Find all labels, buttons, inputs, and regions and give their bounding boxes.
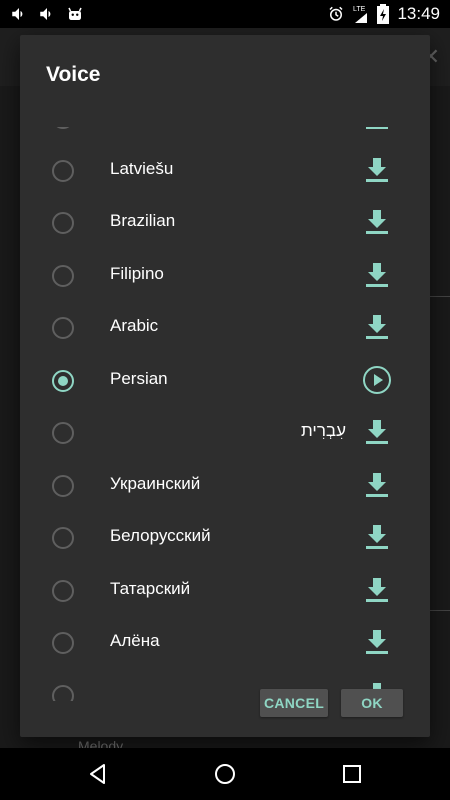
volume-icon — [10, 5, 28, 23]
voice-dialog: Voice Latviešu Brazilian Filipino Arabic Per… — [20, 35, 430, 737]
voice-label: Brazilian — [110, 211, 176, 230]
download-icon[interactable] — [362, 312, 392, 342]
download-icon[interactable] — [362, 127, 392, 132]
voice-label: Arabic — [110, 316, 159, 335]
voice-option[interactable]: Filipino — [20, 250, 430, 303]
radio-button[interactable] — [52, 422, 74, 444]
background-divider — [430, 610, 450, 611]
download-icon[interactable] — [362, 417, 392, 447]
recent-apps-icon[interactable] — [340, 762, 364, 786]
navigation-bar — [0, 748, 450, 800]
voice-option[interactable]: Украинский — [20, 460, 430, 513]
screen: { "status_bar": { "time": "13:49", "left… — [0, 0, 450, 800]
battery-charging-icon — [377, 4, 390, 24]
download-icon[interactable] — [362, 575, 392, 605]
radio-button[interactable] — [52, 264, 74, 287]
voice-option[interactable]: Белорусский — [20, 512, 430, 565]
voice-label: Latviešu — [110, 158, 174, 178]
radio-button[interactable] — [52, 317, 74, 339]
dialog-actions: CANCEL OK — [20, 689, 430, 719]
background-divider — [430, 296, 450, 297]
lte-label: LTE — [353, 6, 366, 13]
voice-option[interactable]: Latviešu — [20, 145, 430, 198]
voice-option[interactable]: עִבְרִית — [20, 407, 430, 460]
voice-label: Алёна — [110, 631, 160, 650]
voice-option[interactable]: Arabic — [20, 302, 430, 355]
status-bar: LTE 13:49 — [0, 0, 450, 28]
ok-button[interactable]: OK — [341, 689, 403, 717]
cancel-button[interactable]: CANCEL — [260, 689, 328, 717]
play-icon[interactable] — [362, 365, 392, 395]
home-icon[interactable] — [213, 762, 237, 786]
radio-button[interactable] — [52, 527, 74, 549]
back-icon[interactable] — [86, 762, 110, 786]
dialog-title: Voice — [46, 63, 101, 86]
radio-button[interactable] — [52, 474, 74, 497]
voice-label: Белорусский — [110, 526, 211, 545]
voice-option[interactable]: Brazilian — [20, 197, 430, 250]
radio-button[interactable] — [52, 579, 74, 602]
voice-option[interactable]: Алёна — [20, 617, 430, 670]
download-icon[interactable] — [362, 627, 392, 657]
radio-button[interactable] — [52, 159, 74, 182]
voice-label: Украинский — [110, 473, 201, 493]
radio-button[interactable] — [52, 212, 74, 234]
voice-label: עִבְרִית — [301, 421, 346, 440]
radio-button[interactable] — [52, 369, 74, 392]
voice-label: Filipino — [110, 263, 164, 283]
voice-option[interactable] — [20, 127, 430, 145]
voice-label: Persian — [110, 368, 168, 388]
voice-label: Татарский — [110, 578, 191, 598]
voice-option[interactable]: Татарский — [20, 565, 430, 618]
volume-icon — [38, 5, 56, 23]
radio-button[interactable] — [52, 632, 74, 654]
download-icon[interactable] — [362, 470, 392, 500]
download-icon[interactable] — [362, 207, 392, 237]
download-icon[interactable] — [362, 155, 392, 185]
voice-list[interactable]: Latviešu Brazilian Filipino Arabic Persian עִ… — [20, 127, 430, 701]
alarm-icon — [327, 5, 345, 23]
voice-option[interactable]: Persian — [20, 355, 430, 408]
download-icon[interactable] — [362, 260, 392, 290]
android-notification-icon — [66, 5, 84, 23]
radio-button[interactable] — [52, 127, 74, 129]
status-time: 13:49 — [397, 4, 440, 23]
lte-signal-icon: LTE — [353, 4, 369, 24]
download-icon[interactable] — [362, 522, 392, 552]
